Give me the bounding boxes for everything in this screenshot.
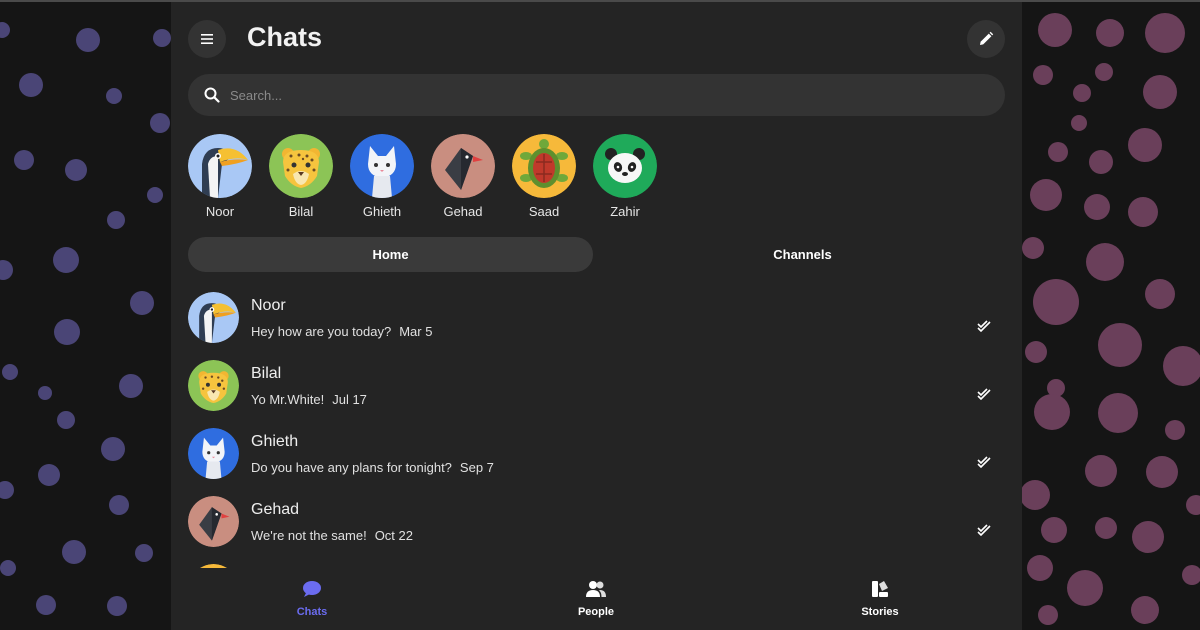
story-name: Gehad bbox=[443, 204, 483, 219]
story-ghieth[interactable]: Ghieth bbox=[350, 134, 414, 219]
tab-channels[interactable]: Channels bbox=[600, 237, 1005, 272]
chat-preview: Do you have any plans for tonight? Sep 7 bbox=[251, 460, 494, 475]
double-check-icon bbox=[977, 524, 991, 536]
stories-icon bbox=[872, 581, 888, 597]
white-cat-avatar bbox=[188, 428, 239, 479]
story-saad[interactable]: Saad bbox=[512, 134, 576, 219]
search-input[interactable] bbox=[230, 87, 930, 103]
story-gehad[interactable]: Gehad bbox=[431, 134, 495, 219]
chat-row-partial[interactable] bbox=[171, 560, 1022, 568]
nav-label: People bbox=[577, 606, 615, 618]
chat-preview: We're not the same! Oct 22 bbox=[251, 528, 413, 543]
double-check-icon bbox=[977, 456, 991, 468]
chat-date: Oct 22 bbox=[374, 528, 413, 543]
toucan-avatar bbox=[188, 134, 252, 198]
chat-list: Noor Hey how are you today? Mar 5 Bilal Y… bbox=[171, 286, 1022, 568]
chat-name: Ghieth bbox=[251, 433, 299, 450]
nav-chats[interactable]: Chats bbox=[267, 580, 357, 618]
chat-row-gehad[interactable]: Gehad We're not the same! Oct 22 bbox=[171, 492, 1022, 560]
nav-label: Stories bbox=[861, 606, 899, 618]
new-chat-button[interactable] bbox=[967, 20, 1005, 58]
bird-avatar bbox=[431, 134, 495, 198]
chat-preview: Yo Mr.White! Jul 17 bbox=[251, 392, 367, 407]
panda-avatar bbox=[593, 134, 657, 198]
pencil-icon bbox=[980, 31, 994, 45]
story-name: Noor bbox=[205, 204, 235, 219]
chat-name: Noor bbox=[251, 297, 286, 314]
leopard-avatar bbox=[188, 360, 239, 411]
chat-date: Sep 7 bbox=[459, 460, 494, 475]
tab-home[interactable]: Home bbox=[188, 237, 593, 272]
chat-message: Hey how are you today? bbox=[251, 324, 392, 339]
header: Chats bbox=[171, 2, 1022, 74]
search-bar[interactable] bbox=[188, 74, 1005, 116]
chat-date: Jul 17 bbox=[332, 392, 367, 407]
page-title: Chats bbox=[247, 22, 323, 52]
menu-button[interactable] bbox=[188, 20, 226, 58]
double-check-icon bbox=[977, 320, 991, 332]
white-cat-avatar bbox=[350, 134, 414, 198]
chat-row-bilal[interactable]: Bilal Yo Mr.White! Jul 17 bbox=[171, 356, 1022, 424]
chat-preview: Hey how are you today? Mar 5 bbox=[251, 324, 432, 339]
hamburger-icon bbox=[201, 34, 213, 44]
nav-stories[interactable]: Stories bbox=[835, 580, 925, 618]
turtle-avatar bbox=[512, 134, 576, 198]
bird-avatar bbox=[188, 496, 239, 547]
leopard-avatar bbox=[269, 134, 333, 198]
story-name: Bilal bbox=[288, 204, 314, 219]
nav-people[interactable]: People bbox=[551, 580, 641, 618]
chat-name: Bilal bbox=[251, 365, 282, 382]
chat-row-noor[interactable]: Noor Hey how are you today? Mar 5 bbox=[171, 288, 1022, 356]
story-noor[interactable]: Noor bbox=[188, 134, 252, 219]
chat-row-ghieth[interactable]: Ghieth Do you have any plans for tonight… bbox=[171, 424, 1022, 492]
chat-date: Mar 5 bbox=[399, 324, 433, 339]
chat-message: Do you have any plans for tonight? bbox=[251, 460, 452, 475]
search-icon bbox=[204, 87, 220, 103]
story-name: Saad bbox=[528, 204, 560, 219]
double-check-icon bbox=[977, 388, 991, 400]
chat-app-panel: Chats Noor bbox=[171, 2, 1022, 630]
toucan-avatar bbox=[188, 292, 239, 343]
chat-tabs: Home Channels bbox=[188, 237, 1005, 272]
chat-message: Yo Mr.White! bbox=[251, 392, 325, 407]
nav-label: Chats bbox=[296, 606, 328, 618]
story-bilal[interactable]: Bilal bbox=[269, 134, 333, 219]
story-name: Zahir bbox=[610, 204, 640, 219]
chat-message: We're not the same! bbox=[251, 528, 367, 543]
story-zahir[interactable]: Zahir bbox=[593, 134, 657, 219]
people-icon bbox=[586, 581, 606, 597]
chat-bubble-icon bbox=[303, 581, 321, 597]
chat-name: Gehad bbox=[251, 501, 300, 518]
story-name: Ghieth bbox=[362, 204, 402, 219]
bottom-nav: Chats People Stories bbox=[171, 568, 1022, 630]
